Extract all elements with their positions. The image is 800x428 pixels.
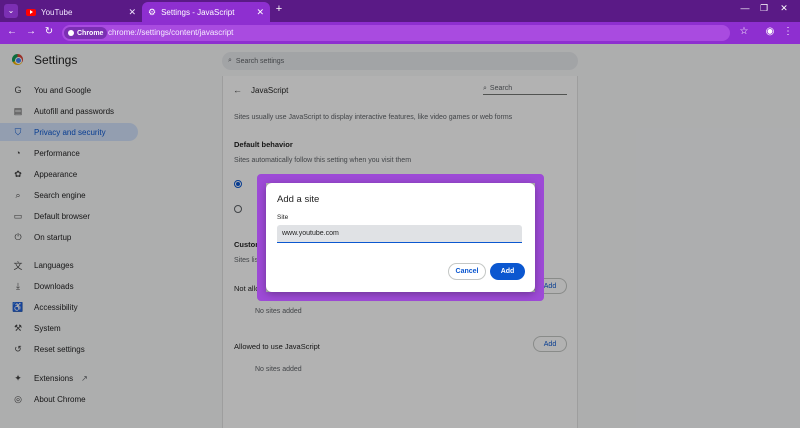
site-chip-label: Chrome (77, 29, 104, 37)
reload-icon[interactable]: ↻ (42, 26, 56, 37)
tab-strip: ⌄ YouTube ✕ ⚙ Settings - JavaScript ✕ + … (0, 0, 800, 22)
browser-toolbar: ← → ↻ Chrome chrome://settings/content/j… (0, 22, 800, 44)
back-icon[interactable]: ← (5, 26, 19, 37)
window-close-icon[interactable]: ✕ (777, 3, 791, 14)
new-tab-button[interactable]: + (272, 3, 286, 15)
maximize-icon[interactable]: ❐ (757, 3, 771, 14)
add-site-dialog: Add a site Site Cancel Add (266, 183, 535, 292)
tab-search-button[interactable]: ⌄ (4, 4, 18, 18)
site-field-label: Site (277, 214, 289, 221)
chrome-icon (68, 30, 74, 36)
url-text: chrome://settings/content/javascript (108, 28, 234, 37)
site-chip[interactable]: Chrome (64, 27, 108, 39)
add-button[interactable]: Add (490, 263, 525, 280)
tab-settings[interactable]: ⚙ Settings - JavaScript ✕ (142, 2, 270, 22)
tab-title: Settings - JavaScript (161, 7, 235, 17)
site-input[interactable] (277, 225, 522, 243)
tab-title: YouTube (41, 7, 73, 17)
profile-icon[interactable]: ◉ (763, 26, 777, 37)
menu-icon[interactable]: ⋮ (781, 26, 795, 37)
tab-youtube[interactable]: YouTube ✕ (20, 2, 142, 22)
dialog-title: Add a site (277, 194, 320, 205)
youtube-icon (26, 8, 36, 16)
forward-icon[interactable]: → (24, 26, 38, 37)
gear-icon: ⚙ (148, 6, 157, 17)
cancel-button[interactable]: Cancel (448, 263, 486, 280)
minimize-icon[interactable]: — (738, 3, 752, 13)
star-icon[interactable]: ☆ (737, 26, 751, 37)
close-icon[interactable]: ✕ (128, 7, 136, 18)
address-bar[interactable]: Chrome chrome://settings/content/javascr… (62, 25, 730, 41)
close-icon[interactable]: ✕ (256, 7, 264, 18)
